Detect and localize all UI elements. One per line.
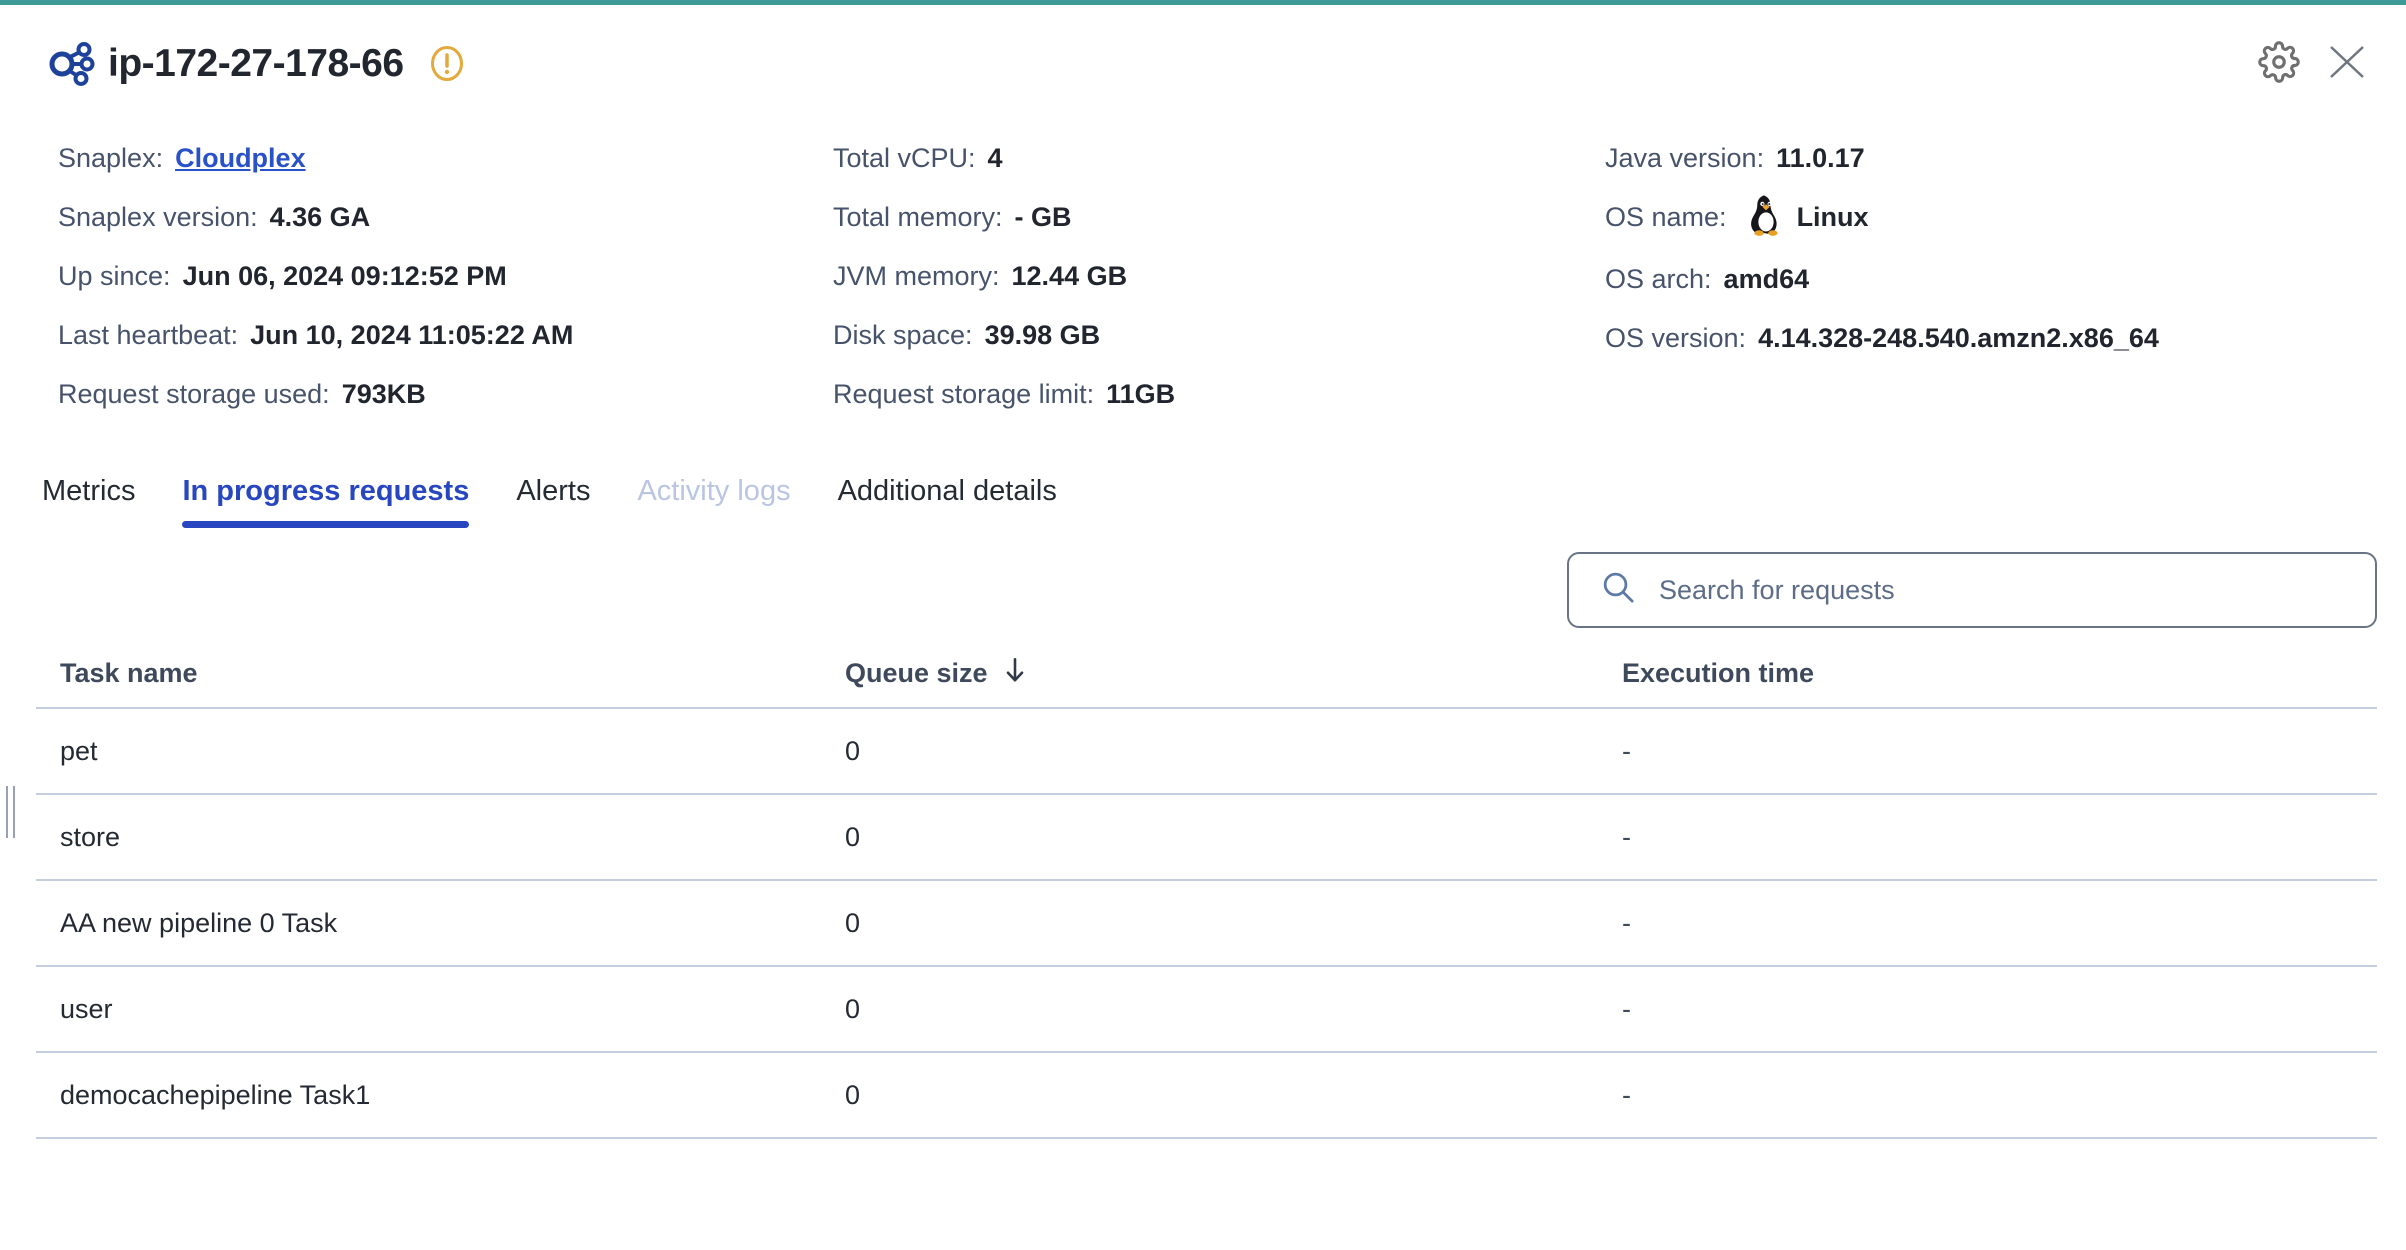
search-row xyxy=(0,552,2377,628)
info-value: Jun 10, 2024 11:05:22 AM xyxy=(250,320,573,350)
node-title: ip-172-27-178-66 xyxy=(108,42,404,86)
info-label: OS arch: xyxy=(1605,264,1712,294)
info-value: 39.98 GB xyxy=(985,320,1101,350)
info-label: JVM memory: xyxy=(833,261,1000,291)
info-row-up-since: Up since: Jun 06, 2024 09:12:52 PM xyxy=(58,258,833,294)
column-header-label: Execution time xyxy=(1622,658,1814,689)
close-button[interactable] xyxy=(2328,45,2366,82)
tab-additional-details[interactable]: Additional details xyxy=(838,475,1057,528)
cell-task-name: democachepipeline Task1 xyxy=(36,1080,821,1111)
linux-penguin-icon xyxy=(1749,193,1783,246)
info-label: OS name: xyxy=(1605,202,1727,232)
info-label: Disk space: xyxy=(833,320,973,350)
info-value: 4.36 GA xyxy=(270,202,371,232)
info-label: Java version: xyxy=(1605,143,1764,173)
cell-execution-time: - xyxy=(1598,822,2377,853)
cell-queue-size: 0 xyxy=(821,736,1598,767)
table-row: democachepipeline Task1 0 - xyxy=(36,1053,2377,1139)
tab-in-progress-requests[interactable]: In progress requests xyxy=(182,475,469,528)
info-row-snaplex-version: Snaplex version: 4.36 GA xyxy=(58,199,833,235)
info-label: Up since: xyxy=(58,261,171,291)
info-value: amd64 xyxy=(1724,264,1810,294)
column-header-label: Queue size xyxy=(845,658,988,689)
cell-execution-time: - xyxy=(1598,736,2377,767)
cell-task-name: store xyxy=(36,822,821,853)
table-row: store 0 - xyxy=(36,795,2377,881)
panel-header: ip-172-27-178-66 xyxy=(48,41,2366,86)
warning-icon xyxy=(430,45,464,82)
info-value: Jun 06, 2024 09:12:52 PM xyxy=(183,261,507,291)
info-row-total-memory: Total memory: - GB xyxy=(833,199,1605,235)
gear-icon xyxy=(2258,41,2300,86)
info-row-total-vcpu: Total vCPU: 4 xyxy=(833,140,1605,176)
info-label: Total memory: xyxy=(833,202,1003,232)
sort-desc-arrow-icon xyxy=(1004,656,1026,691)
cell-execution-time: - xyxy=(1598,1080,2377,1111)
tab-alerts[interactable]: Alerts xyxy=(516,475,590,528)
column-header-task-name[interactable]: Task name xyxy=(36,656,821,691)
column-header-execution-time[interactable]: Execution time xyxy=(1598,656,2377,691)
search-requests-box[interactable] xyxy=(1567,552,2377,628)
info-row-request-storage-limit: Request storage limit: 11GB xyxy=(833,376,1605,412)
cell-queue-size: 0 xyxy=(821,994,1598,1025)
info-value: 793KB xyxy=(342,379,426,409)
cell-queue-size: 0 xyxy=(821,908,1598,939)
snaplex-node-icon xyxy=(48,41,96,86)
cell-task-name: user xyxy=(36,994,821,1025)
info-row-last-heartbeat: Last heartbeat: Jun 10, 2024 11:05:22 AM xyxy=(58,317,833,353)
info-value: - GB xyxy=(1015,202,1072,232)
info-value: Linux xyxy=(1797,202,1869,232)
info-column-3: Java version: 11.0.17 OS name: Linux OS a… xyxy=(1605,140,2348,435)
cell-queue-size: 0 xyxy=(821,822,1598,853)
search-input[interactable] xyxy=(1659,575,2355,606)
cell-task-name: pet xyxy=(36,736,821,767)
info-column-1: Snaplex: Cloudplex Snaplex version: 4.36 G… xyxy=(58,140,833,435)
tab-bar: Metrics In progress requests Alerts Acti… xyxy=(42,475,2406,528)
panel-resize-handle[interactable] xyxy=(6,786,15,838)
header-actions xyxy=(2258,41,2366,86)
close-icon xyxy=(2328,45,2366,82)
search-icon xyxy=(1601,570,1659,611)
node-info-grid: Snaplex: Cloudplex Snaplex version: 4.36 G… xyxy=(0,140,2406,435)
info-value: 11.0.17 xyxy=(1776,143,1865,173)
info-column-2: Total vCPU: 4 Total memory: - GB JVM memor… xyxy=(833,140,1605,435)
info-label: Last heartbeat: xyxy=(58,320,238,350)
info-value: 12.44 GB xyxy=(1012,261,1128,291)
table-row: user 0 - xyxy=(36,967,2377,1053)
info-row-java-version: Java version: 11.0.17 xyxy=(1605,140,2348,176)
settings-button[interactable] xyxy=(2258,41,2300,86)
info-label: Request storage limit: xyxy=(833,379,1094,409)
info-label: Snaplex: xyxy=(58,143,163,173)
table-header-row: Task name Queue size Execution time xyxy=(36,628,2377,709)
cell-execution-time: - xyxy=(1598,908,2377,939)
tab-activity-logs: Activity logs xyxy=(637,475,790,528)
cell-task-name: AA new pipeline 0 Task xyxy=(36,908,821,939)
cell-queue-size: 0 xyxy=(821,1080,1598,1111)
info-value: 4 xyxy=(988,143,1003,173)
info-value: 11GB xyxy=(1106,379,1175,409)
info-value: 4.14.328-248.540.amzn2.x86_64 xyxy=(1758,323,2159,353)
column-header-label: Task name xyxy=(60,658,198,689)
requests-table: Task name Queue size Execution time pet … xyxy=(36,628,2377,1139)
tab-metrics[interactable]: Metrics xyxy=(42,475,135,528)
snaplex-link[interactable]: Cloudplex xyxy=(175,143,306,173)
info-row-jvm-memory: JVM memory: 12.44 GB xyxy=(833,258,1605,294)
info-label: Total vCPU: xyxy=(833,143,976,173)
cell-execution-time: - xyxy=(1598,994,2377,1025)
info-label: OS version: xyxy=(1605,323,1746,353)
table-row: pet 0 - xyxy=(36,709,2377,795)
info-row-os-arch: OS arch: amd64 xyxy=(1605,261,2348,297)
info-row-request-storage-used: Request storage used: 793KB xyxy=(58,376,833,412)
table-row: AA new pipeline 0 Task 0 - xyxy=(36,881,2377,967)
top-accent-bar xyxy=(0,0,2406,5)
info-label: Request storage used: xyxy=(58,379,330,409)
info-row-os-name: OS name: Linux xyxy=(1605,199,2348,238)
info-row-os-version: OS version: 4.14.328-248.540.amzn2.x86_64 xyxy=(1605,320,2348,356)
info-label: Snaplex version: xyxy=(58,202,258,232)
info-row-disk-space: Disk space: 39.98 GB xyxy=(833,317,1605,353)
column-header-queue-size[interactable]: Queue size xyxy=(821,656,1598,691)
info-row-snaplex: Snaplex: Cloudplex xyxy=(58,140,833,176)
